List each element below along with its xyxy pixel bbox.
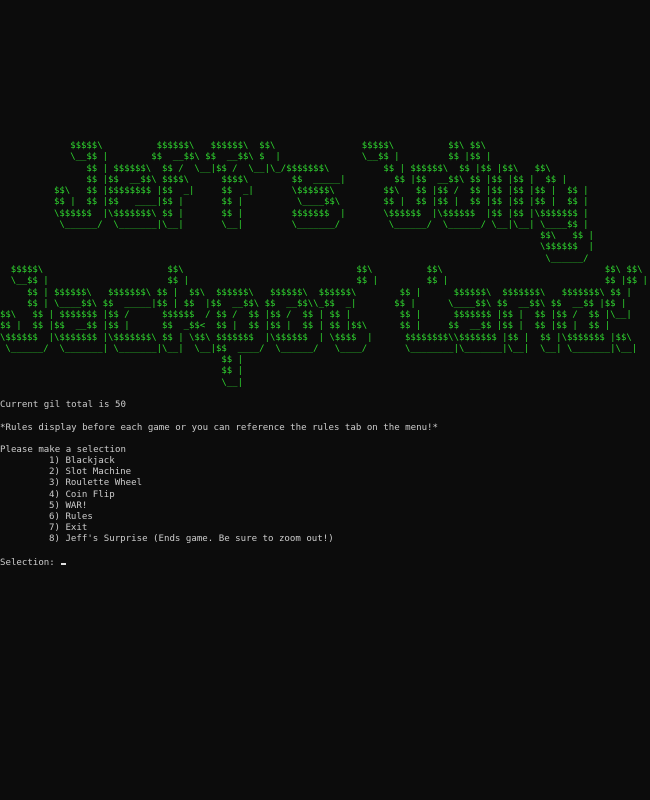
ascii-banner-top: $$$$$\ $$$$$$\ $$$$$$\ $$\ $$$$$\ $$\ $$…: [53, 141, 594, 264]
menu-item-rules[interactable]: 6) Rules: [0, 512, 334, 523]
menu-item-number: 5): [49, 500, 60, 511]
menu-item-label: WAR!: [65, 500, 88, 511]
menu-item-number: 8): [49, 534, 60, 545]
ascii-banner-bottom: $$$$$\ $$\ $$\ $$\ $$\ $$\ \__$$ | $$ | …: [0, 265, 648, 388]
menu-list: 1) Blackjack 2) Slot Machine 3) Roulette…: [0, 456, 334, 546]
menu-item-number: 7): [49, 523, 60, 534]
menu-item-slot-machine[interactable]: 2) Slot Machine: [0, 467, 334, 478]
menu-item-blackjack[interactable]: 1) Blackjack: [0, 456, 334, 467]
selection-input[interactable]: Selection:: [0, 558, 67, 569]
menu-item-label: Roulette Wheel: [65, 478, 143, 489]
menu-item-exit[interactable]: 7) Exit: [0, 523, 334, 534]
menu-item-label: Jeff's Surprise (Ends game. Be sure to z…: [65, 534, 334, 545]
menu-item-label: Coin Flip: [65, 489, 115, 500]
console-window[interactable]: $$$$$\ $$$$$$\ $$$$$$\ $$\ $$$$$\ $$\ $$…: [0, 0, 650, 800]
menu-item-number: 3): [49, 478, 60, 489]
text-cursor: [61, 563, 67, 565]
menu-item-label: Rules: [65, 511, 93, 522]
menu-item-number: 4): [49, 489, 60, 500]
menu-item-label: Blackjack: [65, 456, 115, 466]
menu-item-label: Slot Machine: [65, 467, 132, 478]
menu-item-number: 1): [49, 456, 60, 466]
menu-item-coin-flip[interactable]: 4) Coin Flip: [0, 490, 334, 501]
menu-prompt: Please make a selection: [0, 445, 126, 455]
rules-note: *Rules display before each game or you c…: [0, 423, 438, 433]
menu-item-war[interactable]: 5) WAR!: [0, 501, 334, 512]
menu-item-label: Exit: [65, 523, 88, 534]
menu-item-number: 6): [49, 511, 60, 522]
menu-item-roulette-wheel[interactable]: 3) Roulette Wheel: [0, 478, 334, 489]
menu-item-number: 2): [49, 467, 60, 478]
menu-item-jeffs-surprise[interactable]: 8) Jeff's Surprise (Ends game. Be sure t…: [0, 534, 334, 545]
gil-total-text: Current gil total is 50: [0, 400, 126, 410]
selection-label: Selection:: [0, 558, 61, 568]
